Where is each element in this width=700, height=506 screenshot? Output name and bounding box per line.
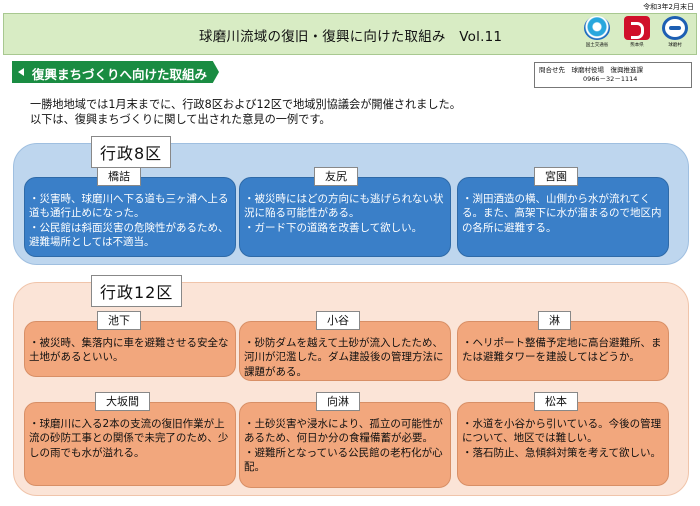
area-opinion: ・被災時、集落内に車を避難させる安全な土地があるといい。 (29, 337, 229, 364)
area-name: 池下 (97, 311, 141, 331)
contact-box: 問合せ先 球磨村役場 復興推進課 0966－32－1114 (534, 62, 692, 88)
kumamoto-logo-icon (624, 16, 650, 40)
area-card-matsumoto: 松本 ・水道を小谷から引いている。今後の管理について、地区では難しい。 ・落石防… (457, 392, 669, 486)
intro-text: 一勝地地域では1月末までに、行政8区および12区で地域別協議会が開催されました。… (30, 97, 461, 127)
area-card-tomojiri: 友尻 ・被災時にはどの方向にも逃げられない状況に陥る可能性がある。 ・ガード下の… (239, 167, 451, 257)
area-opinion: ・災害時、球磨川へ下る道も三ヶ浦へ上る道も通行止めになった。 ・公民館は斜面災害… (29, 193, 229, 249)
area-card-sabishi: 淋 ・ヘリポート整備予定地に高台避難所、または避難タワーを建設してはどうか。 (457, 311, 669, 381)
area-name: 向淋 (316, 392, 360, 412)
kuma-village-logo-icon (662, 16, 688, 40)
area-opinion: ・ヘリポート整備予定地に高台避難所、または避難タワーを建設してはどうか。 (462, 337, 662, 364)
logo-caption: 球磨村 (668, 43, 682, 48)
area-name: 友尻 (314, 167, 358, 187)
area-card-mukai-sabishi: 向淋 ・土砂災害や浸水により、孤立の可能性があるため、何日か分の食糧備蓄が必要。… (239, 392, 451, 488)
area-name: 松本 (534, 392, 578, 412)
area-opinion: ・水道を小谷から引いている。今後の管理について、地区では難しい。 ・落石防止、急… (462, 418, 662, 459)
contact-department: 問合せ先 球磨村役場 復興推進課 (539, 66, 643, 74)
mlit-logo: 国土交通省 (582, 16, 612, 48)
area-card-ikeshita: 池下 ・被災時、集落内に車を避難させる安全な土地があるといい。 (24, 311, 236, 377)
area-card-odani: 小谷 ・砂防ダムを越えて土砂が流入したため、河川が氾濫した。ダム建設後の管理方法… (239, 311, 451, 381)
kuma-village-logo: 球磨村 (660, 16, 690, 48)
page-header: 球磨川流域の復旧・復興に向けた取組み Vol.11 国土交通省 熊本県 球磨村 (3, 13, 697, 55)
intro-line-1: 一勝地地域では1月末までに、行政8区および12区で地域別協議会が開催されました。 (30, 98, 461, 111)
intro-line-2: 以下は、復興まちづくりに関して出された意見の一例です。 (30, 113, 331, 127)
area-name: 小谷 (316, 311, 360, 331)
area-opinion: ・渕田酒造の横、山側から水が流れてくる。また、高架下に水が溜まるので地区内の各所… (462, 193, 662, 234)
date-label: 令和3年2月末日 (643, 3, 694, 11)
area-card-hashizume: 橋詰 ・災害時、球磨川へ下る道も三ヶ浦へ上る道も通行止めになった。 ・公民館は斜… (24, 167, 236, 257)
area-name: 大坂間 (95, 392, 150, 412)
kumamoto-logo: 熊本県 (622, 16, 652, 48)
area-name: 宮園 (534, 167, 578, 187)
area-name: 淋 (538, 311, 571, 331)
area-card-osakama: 大坂間 ・球磨川に入る2本の支流の復旧作業が上流の砂防工事との関係で未完了のため… (24, 392, 236, 486)
mlit-logo-icon (584, 16, 610, 40)
district-12-group: 行政12区 池下 ・被災時、集落内に車を避難させる安全な土地があるといい。 小谷… (13, 275, 689, 496)
section-banner: 復興まちづくりへ向けた取組み (12, 61, 219, 83)
logo-caption: 熊本県 (630, 43, 644, 48)
area-opinion: ・砂防ダムを越えて土砂が流入したため、河川が氾濫した。ダム建設後の管理方法に課題… (244, 337, 444, 378)
logo-caption: 国土交通省 (585, 43, 609, 48)
page-title: 球磨川流域の復旧・復興に向けた取組み Vol.11 (199, 29, 503, 45)
contact-phone: 0966－32－1114 (583, 74, 638, 83)
area-opinion: ・球磨川に入る2本の支流の復旧作業が上流の砂防工事との関係で未完了のため、少しの… (29, 418, 229, 459)
area-opinion: ・土砂災害や浸水により、孤立の可能性があるため、何日か分の食糧備蓄が必要。 ・避… (244, 418, 443, 474)
area-name: 橋詰 (97, 167, 141, 187)
area-opinion: ・被災時にはどの方向にも逃げられない状況に陥る可能性がある。 ・ガード下の道路を… (244, 193, 444, 234)
district-8-group: 行政8区 橋詰 ・災害時、球磨川へ下る道も三ヶ浦へ上る道も通行止めになった。 ・… (13, 136, 689, 265)
district-8-label: 行政8区 (91, 136, 172, 168)
area-card-miyazono: 宮園 ・渕田酒造の横、山側から水が流れてくる。また、高架下に水が溜まるので地区内… (457, 167, 669, 257)
district-12-label: 行政12区 (91, 275, 183, 307)
